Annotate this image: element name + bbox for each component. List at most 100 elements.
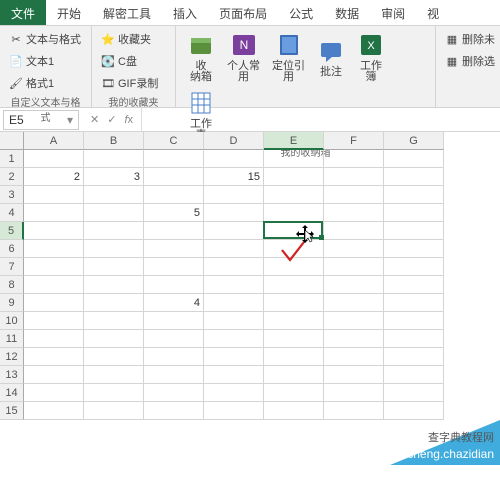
cell-A1[interactable]	[24, 150, 84, 168]
cell-C1[interactable]	[144, 150, 204, 168]
cell-B1[interactable]	[84, 150, 144, 168]
cell-F14[interactable]	[324, 384, 384, 402]
cell-F5[interactable]	[324, 222, 384, 240]
cell-E15[interactable]	[264, 402, 324, 420]
cell-E7[interactable]	[264, 258, 324, 276]
row-header-13[interactable]: 13	[0, 366, 24, 384]
row-header-5[interactable]: 5	[0, 222, 24, 240]
row-header-15[interactable]: 15	[0, 402, 24, 420]
cell-A10[interactable]	[24, 312, 84, 330]
row-header-2[interactable]: 2	[0, 168, 24, 186]
row-header-6[interactable]: 6	[0, 240, 24, 258]
cell-A3[interactable]	[24, 186, 84, 204]
cell-F4[interactable]	[324, 204, 384, 222]
cell-C5[interactable]	[144, 222, 204, 240]
annotate-button[interactable]: 批注	[312, 29, 350, 85]
cell-D4[interactable]	[204, 204, 264, 222]
cell-E1[interactable]	[264, 150, 324, 168]
cell-G4[interactable]	[384, 204, 444, 222]
col-header-E[interactable]: E	[264, 132, 324, 150]
favorites-button[interactable]: ⭐收藏夹	[98, 29, 154, 49]
cell-D10[interactable]	[204, 312, 264, 330]
row-header-1[interactable]: 1	[0, 150, 24, 168]
cell-F11[interactable]	[324, 330, 384, 348]
cell-C7[interactable]	[144, 258, 204, 276]
cell-F2[interactable]	[324, 168, 384, 186]
cell-B6[interactable]	[84, 240, 144, 258]
fx-cancel-icon[interactable]: ✕	[90, 113, 99, 126]
col-header-F[interactable]: F	[324, 132, 384, 150]
cell-B8[interactable]	[84, 276, 144, 294]
cell-C13[interactable]	[144, 366, 204, 384]
cell-E8[interactable]	[264, 276, 324, 294]
cell-A7[interactable]	[24, 258, 84, 276]
cell-C9[interactable]: 4	[144, 294, 204, 312]
cell-D7[interactable]	[204, 258, 264, 276]
cell-D14[interactable]	[204, 384, 264, 402]
cell-A2[interactable]: 2	[24, 168, 84, 186]
format1-button[interactable]: 🖌格式1	[6, 73, 57, 93]
cell-G11[interactable]	[384, 330, 444, 348]
cell-C2[interactable]	[144, 168, 204, 186]
cell-D13[interactable]	[204, 366, 264, 384]
cell-G9[interactable]	[384, 294, 444, 312]
cell-D11[interactable]	[204, 330, 264, 348]
text-format-button[interactable]: ✂文本与格式	[6, 29, 84, 49]
cell-B2[interactable]: 3	[84, 168, 144, 186]
cell-F6[interactable]	[324, 240, 384, 258]
cell-B10[interactable]	[84, 312, 144, 330]
delete-sel-button[interactable]: ▦删除选	[442, 51, 498, 71]
cell-C3[interactable]	[144, 186, 204, 204]
cell-G7[interactable]	[384, 258, 444, 276]
cell-B5[interactable]	[84, 222, 144, 240]
text1-button[interactable]: 📄文本1	[6, 51, 57, 71]
cell-D9[interactable]	[204, 294, 264, 312]
cell-F1[interactable]	[324, 150, 384, 168]
cell-C11[interactable]	[144, 330, 204, 348]
row-header-4[interactable]: 4	[0, 204, 24, 222]
col-header-B[interactable]: B	[84, 132, 144, 150]
cell-E12[interactable]	[264, 348, 324, 366]
cell-F8[interactable]	[324, 276, 384, 294]
cell-E9[interactable]	[264, 294, 324, 312]
col-header-A[interactable]: A	[24, 132, 84, 150]
cell-B11[interactable]	[84, 330, 144, 348]
cell-F13[interactable]	[324, 366, 384, 384]
cell-C12[interactable]	[144, 348, 204, 366]
row-header-7[interactable]: 7	[0, 258, 24, 276]
cell-B4[interactable]	[84, 204, 144, 222]
locate-button[interactable]: 定位引 用	[267, 29, 310, 85]
cell-A8[interactable]	[24, 276, 84, 294]
tab-view[interactable]: 视	[416, 0, 450, 25]
tab-formulas[interactable]: 公式	[278, 0, 324, 25]
row-header-11[interactable]: 11	[0, 330, 24, 348]
cell-G10[interactable]	[384, 312, 444, 330]
cdrive-button[interactable]: 💽C盘	[98, 51, 140, 71]
cell-A13[interactable]	[24, 366, 84, 384]
cell-D6[interactable]	[204, 240, 264, 258]
cell-G6[interactable]	[384, 240, 444, 258]
cell-G14[interactable]	[384, 384, 444, 402]
cell-B13[interactable]	[84, 366, 144, 384]
cell-F12[interactable]	[324, 348, 384, 366]
col-header-C[interactable]: C	[144, 132, 204, 150]
personal-button[interactable]: N个人常 用	[222, 29, 265, 85]
fx-confirm-icon[interactable]: ✓	[107, 113, 116, 126]
cell-B15[interactable]	[84, 402, 144, 420]
cell-D12[interactable]	[204, 348, 264, 366]
formula-input[interactable]	[141, 108, 500, 131]
delete-row-button[interactable]: ▦删除未	[442, 29, 498, 49]
tab-layout[interactable]: 页面布局	[208, 0, 278, 25]
gif-button[interactable]: 🎞GIF录制	[98, 73, 161, 93]
worksheet-grid[interactable]: ABCDEFG 122315345567894101112131415	[0, 132, 500, 420]
row-header-8[interactable]: 8	[0, 276, 24, 294]
tab-home[interactable]: 开始	[46, 0, 92, 25]
cell-F9[interactable]	[324, 294, 384, 312]
row-header-14[interactable]: 14	[0, 384, 24, 402]
cell-C8[interactable]	[144, 276, 204, 294]
tab-data[interactable]: 数据	[324, 0, 370, 25]
cell-E2[interactable]	[264, 168, 324, 186]
cell-A4[interactable]	[24, 204, 84, 222]
cell-D8[interactable]	[204, 276, 264, 294]
cell-G3[interactable]	[384, 186, 444, 204]
